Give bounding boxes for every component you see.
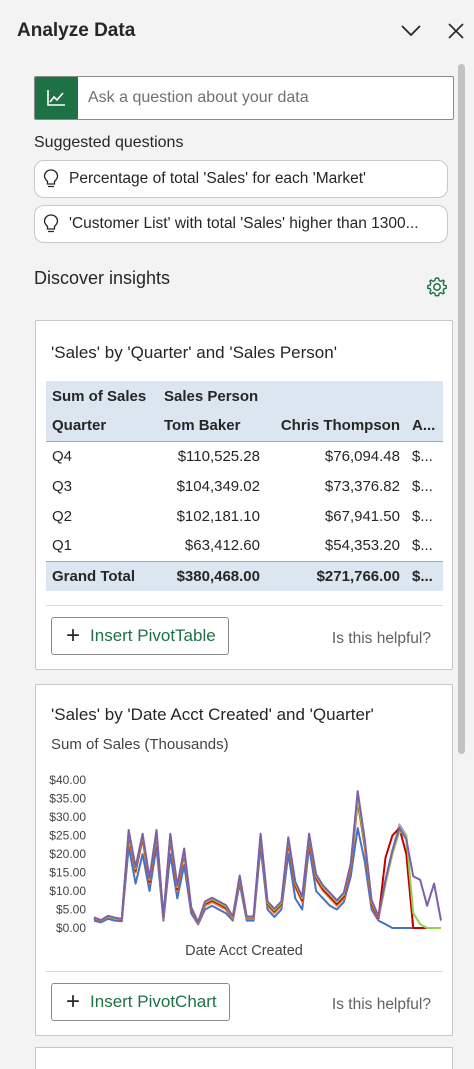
ask-icon-tile[interactable]: [35, 77, 78, 119]
suggested-question-text: Percentage of total 'Sales' for each 'Ma…: [69, 170, 367, 187]
is-helpful-link[interactable]: Is this helpful?: [332, 630, 431, 648]
lightbulb-icon: [43, 169, 59, 188]
pivot-table-preview: Sum of Sales Sales Person Quarter Tom Ba…: [46, 381, 443, 591]
pivot-cell: $...: [412, 477, 433, 495]
y-tick-label: $5.00: [56, 903, 86, 917]
y-tick-label: $40.00: [49, 773, 86, 787]
chart-x-axis-label: Date Acct Created: [185, 943, 303, 959]
scrollbar-thumb[interactable]: [458, 64, 465, 754]
y-tick-label: $10.00: [49, 884, 86, 898]
pivot-header-cell: [406, 381, 443, 411]
chart-series-line: [93, 827, 441, 929]
insight-card-title: 'Sales' by 'Date Acct Created' and 'Quar…: [51, 705, 374, 724]
gear-icon: [427, 277, 447, 297]
suggested-question-text: 'Customer List' with total 'Sales' highe…: [69, 215, 419, 232]
pivot-header-cell: Quarter: [46, 411, 158, 442]
close-icon: [448, 23, 464, 39]
insert-pivottable-button[interactable]: + Insert PivotTable: [51, 617, 229, 655]
pivot-cell: $102,181.10: [176, 507, 260, 525]
y-tick-label: $35.00: [49, 792, 86, 806]
pivot-total-row: Grand Total $380,468.00 $271,766.00 $...: [46, 561, 443, 591]
y-tick-label: $15.00: [49, 866, 86, 880]
suggested-questions-label: Suggested questions: [34, 134, 184, 151]
insert-pivottable-label: Insert PivotTable: [90, 626, 216, 645]
chart-subtitle: Sum of Sales (Thousands): [51, 736, 229, 753]
pivot-cell: $104,349.02: [176, 477, 260, 495]
pivot-cell: $54,353.20: [266, 531, 406, 562]
chart-series-line: [93, 790, 442, 924]
pivot-cell: Q2: [52, 507, 73, 525]
plus-icon: +: [66, 622, 81, 649]
insert-pivotchart-button[interactable]: + Insert PivotChart: [51, 983, 230, 1021]
pivot-header-cell: A...: [406, 411, 443, 442]
pivot-cell: $...: [412, 447, 433, 465]
pivot-total-cell: $271,766.00: [266, 561, 406, 591]
insight-card-pivot: 'Sales' by 'Quarter' and 'Sales Person' …: [35, 320, 453, 670]
plus-icon: +: [66, 988, 81, 1015]
insert-pivotchart-label: Insert PivotChart: [90, 992, 217, 1011]
pivot-cell: Q3: [52, 477, 73, 495]
insight-card-partial: [35, 1047, 453, 1069]
pivot-header-cell: Sum of Sales: [46, 381, 158, 411]
lightbulb-icon: [43, 214, 59, 233]
insight-card-chart: 'Sales' by 'Date Acct Created' and 'Quar…: [35, 684, 453, 1036]
discover-insights-title: Discover insights: [34, 268, 171, 288]
collapse-button[interactable]: [399, 19, 423, 43]
pivot-row: Q2 $102,181.10 $67,941.50 $...: [46, 501, 443, 531]
pivot-total-cell: $...: [406, 561, 443, 591]
pivot-cell: $73,376.82: [324, 477, 400, 495]
insight-card-title: 'Sales' by 'Quarter' and 'Sales Person': [51, 343, 337, 362]
pivot-cell: $76,094.48: [324, 447, 400, 465]
y-tick-label: $25.00: [49, 829, 86, 843]
pivot-header-cell: Tom Baker: [158, 411, 266, 442]
pivot-cell: Q4: [52, 447, 73, 465]
pivot-cell: $67,941.50: [324, 507, 400, 525]
suggested-question-2[interactable]: 'Customer List' with total 'Sales' highe…: [34, 205, 448, 243]
pivot-header-cell: [266, 381, 406, 411]
card-divider: [46, 971, 443, 972]
pivot-total-cell: Grand Total: [46, 561, 158, 591]
pivot-total-cell: $380,468.00: [158, 561, 266, 591]
y-tick-label: $30.00: [49, 810, 86, 824]
ask-question-box: [34, 76, 454, 120]
chart-line-icon: [47, 89, 65, 106]
is-helpful-link[interactable]: Is this helpful?: [332, 996, 431, 1014]
pivot-header-row: Sum of Sales Sales Person: [46, 381, 443, 411]
pane-title: Analyze Data: [17, 20, 136, 41]
suggested-question-1[interactable]: Percentage of total 'Sales' for each 'Ma…: [34, 160, 448, 198]
pivot-cell: $63,412.60: [158, 531, 266, 562]
chevron-down-icon: [401, 25, 421, 37]
ask-question-input[interactable]: [78, 77, 453, 119]
pivot-cell: $...: [406, 531, 443, 562]
close-button[interactable]: [444, 19, 468, 43]
y-tick-label: $0.00: [56, 921, 86, 935]
pivot-cell: Q1: [46, 531, 158, 562]
pivot-row: Q1 $63,412.60 $54,353.20 $...: [46, 531, 443, 562]
sales-line-chart: $0.00 $5.00 $10.00 $15.00 $20.00 $25.00 $30.00…: [49, 773, 442, 935]
pivot-row: Q3 $104,349.02 $73,376.82 $...: [46, 471, 443, 501]
y-tick-label: $20.00: [49, 847, 86, 861]
insights-settings-button[interactable]: [426, 276, 448, 298]
pivot-cell: $...: [412, 507, 433, 525]
pivot-row: Q4 $110,525.28 $76,094.48 $...: [46, 441, 443, 471]
pivot-header-row: Quarter Tom Baker Chris Thompson A...: [46, 411, 443, 442]
pivot-cell: $110,525.28: [177, 447, 260, 465]
pivot-header-cell: Sales Person: [158, 381, 266, 411]
card-divider: [46, 605, 443, 606]
pivot-header-cell: Chris Thompson: [266, 411, 406, 442]
